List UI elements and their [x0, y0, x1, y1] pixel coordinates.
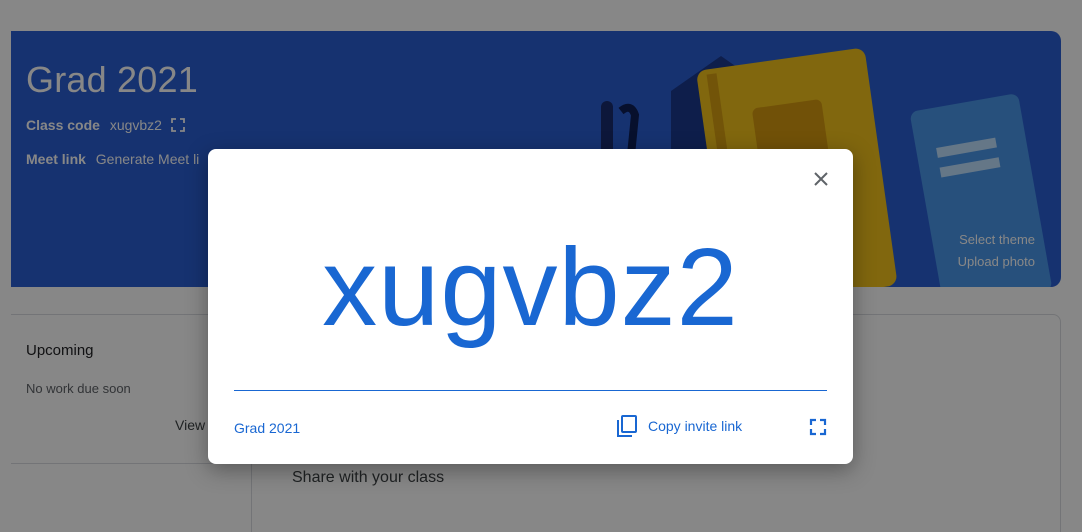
close-icon [814, 172, 828, 186]
dialog-class-name: Grad 2021 [234, 420, 301, 436]
copy-invite-label: Copy invite link [648, 418, 743, 434]
copy-invite-link-button[interactable]: Copy invite link [616, 414, 742, 438]
code-divider [234, 390, 827, 391]
class-code-dialog: xugvbz2 Grad 2021 Copy invite link [208, 149, 853, 464]
copy-icon [617, 415, 637, 437]
close-button[interactable] [807, 165, 835, 193]
class-code-large: xugvbz2 [322, 226, 739, 349]
fullscreen-button[interactable] [808, 417, 832, 441]
fullscreen-icon [809, 418, 827, 436]
